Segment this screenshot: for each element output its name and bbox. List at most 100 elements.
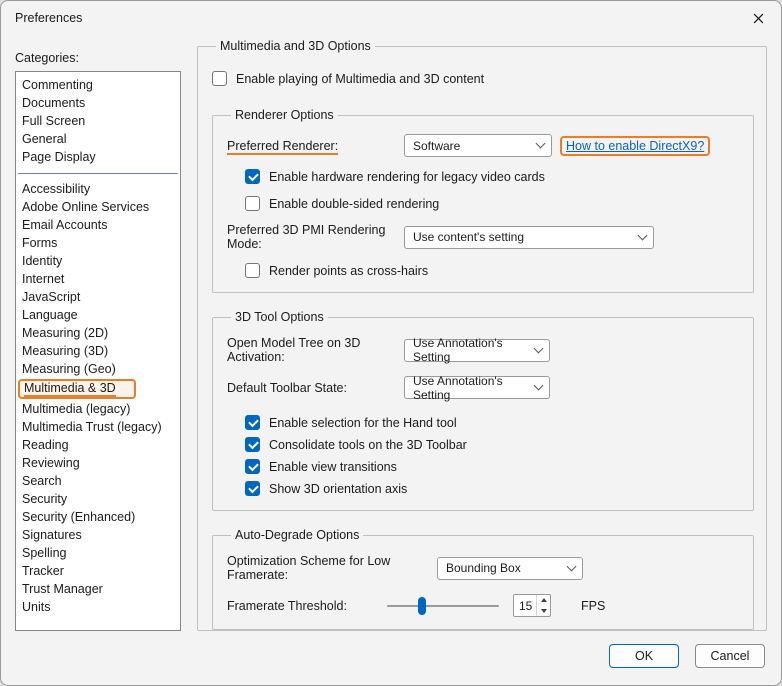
renderer-options-title: Renderer Options — [231, 108, 338, 122]
spinner-up-button[interactable] — [537, 595, 550, 606]
preferred-renderer-dropdown[interactable]: Software — [404, 134, 552, 157]
spinner-down-button[interactable] — [537, 606, 550, 617]
categories-list[interactable]: CommentingDocuments Full Screen General Pag… — [15, 71, 181, 631]
checkbox-hardware-rendering-label: Enable hardware rendering for legacy vid… — [269, 170, 545, 184]
checkbox-icon — [245, 169, 260, 184]
category-item-general[interactable]: General — [16, 130, 180, 148]
category-item-label: Full Screen — [22, 114, 85, 128]
category-item-label: Search — [22, 474, 62, 488]
category-item-measuring-3d[interactable]: Measuring (3D) — [16, 342, 180, 360]
multimedia-3d-options-group: Multimedia and 3D Options Enable playing… — [197, 39, 767, 631]
category-item-measuring-2d[interactable]: Measuring (2D) — [16, 324, 180, 342]
category-item-reviewing[interactable]: Reviewing — [16, 454, 180, 472]
category-item-page-display[interactable]: Page Display — [16, 148, 180, 166]
category-item-multimedia-3d[interactable]: Multimedia & 3D — [16, 378, 180, 400]
checkbox-icon — [212, 71, 227, 86]
category-item-javascript[interactable]: JavaScript — [16, 288, 180, 306]
checkbox-icon — [245, 263, 260, 278]
category-item-multimedia-legacy[interactable]: Multimedia (legacy) — [16, 400, 180, 418]
arrow-down-icon — [541, 609, 547, 613]
category-item-language[interactable]: Language — [16, 306, 180, 324]
category-item-label: Security (Enhanced) — [22, 510, 135, 524]
pmi-rendering-dropdown[interactable]: Use content's setting — [404, 226, 654, 249]
category-item-label: Spelling — [22, 546, 66, 560]
optimization-scheme-value: Bounding Box — [446, 561, 521, 575]
checkbox-consolidate-tools-label: Consolidate tools on the 3D Toolbar — [269, 438, 467, 452]
category-item-internet[interactable]: Internet — [16, 270, 180, 288]
framerate-threshold-label: Framerate Threshold: — [227, 599, 387, 613]
slider-thumb[interactable] — [418, 597, 426, 615]
category-item-units[interactable]: Units — [16, 598, 180, 616]
auto-degrade-options-title: Auto-Degrade Options — [231, 528, 363, 542]
titlebar: Preferences — [1, 1, 781, 35]
category-item-label: JavaScript — [22, 290, 80, 304]
category-item-spelling[interactable]: Spelling — [16, 544, 180, 562]
category-item-security-enhanced[interactable]: Security (Enhanced) — [16, 508, 180, 526]
category-item-label: Tracker — [22, 564, 64, 578]
preferences-dialog: Preferences Categories: CommentingDocume… — [0, 0, 782, 686]
category-item-label: Multimedia & 3D — [18, 379, 136, 399]
checkbox-cross-hairs[interactable]: Render points as cross-hairs — [245, 263, 741, 278]
ok-button[interactable]: OK — [609, 644, 679, 668]
checkbox-consolidate-tools[interactable]: Consolidate tools on the 3D Toolbar — [245, 437, 741, 452]
category-item-full-screen[interactable]: Full Screen — [16, 112, 180, 130]
optimization-scheme-label: Optimization Scheme for Low Framerate: — [227, 554, 437, 582]
checkbox-enable-playing-label: Enable playing of Multimedia and 3D cont… — [236, 72, 484, 86]
category-item-label: Page Display — [22, 150, 96, 164]
preferred-renderer-value: Software — [413, 139, 460, 153]
model-tree-label: Open Model Tree on 3D Activation: — [227, 336, 404, 364]
category-item-email-accounts[interactable]: Email Accounts — [16, 216, 180, 234]
auto-degrade-options-group: Auto-Degrade Options Optimization Scheme… — [212, 528, 754, 630]
category-item-accessibility[interactable]: Accessibility — [16, 180, 180, 198]
model-tree-dropdown[interactable]: Use Annotation's Setting — [404, 339, 550, 362]
arrow-up-icon — [541, 598, 547, 602]
checkbox-hardware-rendering[interactable]: Enable hardware rendering for legacy vid… — [245, 169, 741, 184]
model-tree-value: Use Annotation's Setting — [413, 336, 527, 364]
category-item-security[interactable]: Security — [16, 490, 180, 508]
category-item-commenting[interactable]: Commenting — [16, 76, 180, 94]
category-item-label: Adobe Online Services — [22, 200, 149, 214]
renderer-options-group: Renderer Options Preferred Renderer: Sof… — [212, 108, 754, 293]
chevron-down-icon — [638, 230, 648, 240]
category-item-search[interactable]: Search — [16, 472, 180, 490]
category-item-label: Language — [22, 308, 78, 322]
pmi-rendering-value: Use content's setting — [413, 230, 524, 244]
category-item-reading[interactable]: Reading — [16, 436, 180, 454]
category-item-label: Security — [22, 492, 67, 506]
slider-track[interactable] — [387, 605, 499, 607]
category-item-adobe-online-services[interactable]: Adobe Online Services — [16, 198, 180, 216]
category-item-signatures[interactable]: Signatures — [16, 526, 180, 544]
checkbox-view-transitions-label: Enable view transitions — [269, 460, 397, 474]
cancel-button[interactable]: Cancel — [695, 644, 765, 668]
category-item-trust-manager[interactable]: Trust Manager — [16, 580, 180, 598]
toolbar-state-dropdown[interactable]: Use Annotation's Setting — [404, 376, 550, 399]
close-button[interactable] — [735, 1, 781, 35]
panel-title: Multimedia and 3D Options — [216, 39, 375, 53]
directx-help-link[interactable]: How to enable DirectX9? — [566, 139, 704, 153]
model-tree-row: Open Model Tree on 3D Activation: Use An… — [227, 336, 741, 364]
category-item-measuring-geo[interactable]: Measuring (Geo) — [16, 360, 180, 378]
close-icon — [753, 13, 764, 24]
optimization-scheme-row: Optimization Scheme for Low Framerate: B… — [227, 554, 741, 582]
categories-label: Categories: — [15, 51, 79, 65]
chevron-down-icon — [536, 139, 546, 149]
category-item-label: Measuring (3D) — [22, 344, 108, 358]
checkbox-view-transitions[interactable]: Enable view transitions — [245, 459, 741, 474]
checkbox-hand-tool[interactable]: Enable selection for the Hand tool — [245, 415, 741, 430]
window-title: Preferences — [1, 11, 82, 25]
framerate-slider[interactable] — [387, 596, 499, 616]
checkbox-double-sided[interactable]: Enable double-sided rendering — [245, 196, 741, 211]
category-item-tracker[interactable]: Tracker — [16, 562, 180, 580]
framerate-spinner[interactable]: 15 — [513, 594, 551, 617]
category-item-identity[interactable]: Identity — [16, 252, 180, 270]
category-item-documents[interactable]: Documents — [16, 94, 180, 112]
checkbox-enable-playing[interactable]: Enable playing of Multimedia and 3D cont… — [212, 71, 754, 86]
category-item-forms[interactable]: Forms — [16, 234, 180, 252]
checkbox-icon — [245, 459, 260, 474]
checkbox-orientation-axis[interactable]: Show 3D orientation axis — [245, 481, 741, 496]
preferred-renderer-label: Preferred Renderer: — [227, 139, 404, 153]
category-item-label: General — [22, 132, 66, 146]
category-item-multimedia-trust-legacy[interactable]: Multimedia Trust (legacy) — [16, 418, 180, 436]
optimization-scheme-dropdown[interactable]: Bounding Box — [437, 557, 583, 580]
category-item-label: Forms — [22, 236, 57, 250]
